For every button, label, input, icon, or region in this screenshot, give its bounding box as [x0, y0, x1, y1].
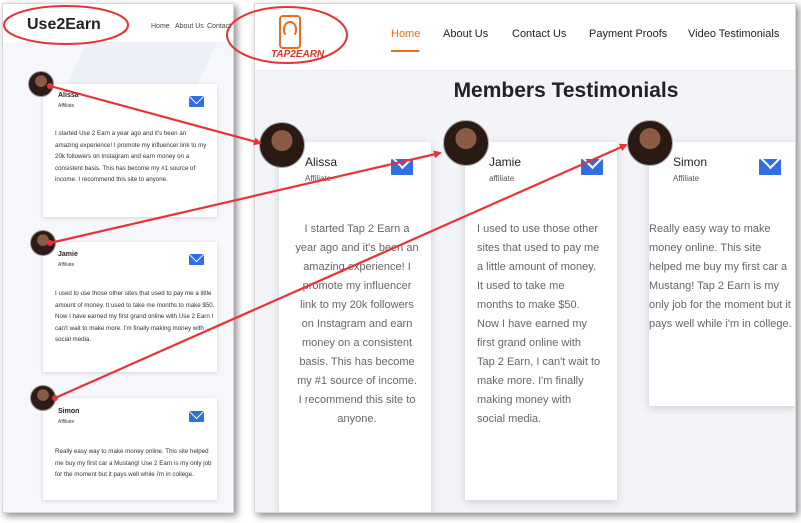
avatar-jamie: [30, 230, 56, 256]
testimonial-card-jamie: Jamie Affiliate I used to use those othe…: [43, 242, 217, 372]
nav-contact[interactable]: Contact: [207, 23, 231, 30]
testimonial-role: affiliate: [489, 174, 515, 183]
testimonial-role: Affiliate: [673, 174, 700, 183]
nav-about-us[interactable]: About Us: [443, 28, 488, 40]
testimonial-role: Affiliate: [58, 103, 75, 109]
testimonial-name: Simon: [58, 408, 80, 415]
fingerprint-icon: [283, 21, 297, 37]
avatar-jamie: [443, 120, 489, 166]
testimonial-role: Affiliate: [305, 174, 332, 183]
testimonial-role: Affiliate: [58, 262, 75, 268]
avatar-alissa: [28, 71, 54, 97]
mail-icon[interactable]: [189, 254, 204, 265]
tap2earn-logo[interactable]: TAP2EARN: [271, 15, 324, 65]
testimonial-text: I used to use those other sites that use…: [55, 290, 215, 343]
nav-home[interactable]: Home: [151, 23, 170, 30]
testimonial-card-alissa: Alissa Affiliate I started Use 2 Earn a …: [43, 84, 217, 217]
testimonial-name: Alissa: [58, 92, 79, 99]
testimonial-card-simon: Simon Affiliate Really easy way to make …: [43, 398, 217, 500]
use2earn-mobile-page: Use2Earn Home About Us Contact Alissa Af…: [2, 3, 234, 513]
testimonial-text: Really easy way to make money online. Th…: [55, 448, 212, 478]
testimonial-card-alissa: Alissa Affiliate I started Tap 2 Earn a …: [279, 142, 431, 512]
page-title: Members Testimonials: [453, 79, 679, 102]
testimonial-name: Simon: [673, 155, 708, 169]
mail-icon[interactable]: [581, 159, 603, 175]
testimonial-name: Alissa: [305, 155, 338, 169]
mail-icon[interactable]: [391, 159, 413, 175]
nav-video-testimonials[interactable]: Video Testimonials: [688, 28, 779, 40]
nav-payment-proofs[interactable]: Payment Proofs: [589, 28, 667, 40]
logo-text: TAP2EARN: [271, 49, 325, 60]
nav-about-us[interactable]: About Us: [175, 23, 204, 30]
avatar-alissa: [259, 122, 305, 168]
nav-home[interactable]: Home: [391, 28, 420, 40]
comparison-screenshot: Use2Earn Home About Us Contact Alissa Af…: [0, 0, 801, 523]
testimonial-name: Jamie: [58, 251, 78, 258]
testimonial-role: Affiliate: [58, 419, 75, 425]
avatar-simon: [627, 120, 673, 166]
nav-contact-us[interactable]: Contact Us: [512, 28, 566, 40]
testimonial-text: I started Tap 2 Earn a year ago and it's…: [295, 223, 419, 425]
testimonial-text: I used to use those other sites that use…: [477, 223, 601, 425]
testimonial-card-simon: Simon Affiliate Really easy way to make …: [649, 142, 795, 406]
testimonial-text: I started Use 2 Earn a year ago and it's…: [55, 130, 207, 183]
avatar-simon: [30, 385, 56, 411]
mail-icon[interactable]: [189, 96, 204, 107]
active-nav-indicator: [391, 50, 419, 52]
mail-icon[interactable]: [759, 159, 781, 175]
testimonial-text: Really easy way to make money online. Th…: [649, 223, 792, 330]
mail-icon[interactable]: [189, 411, 204, 422]
testimonial-name: Jamie: [489, 155, 522, 169]
testimonial-card-jamie: Jamie affiliate I used to use those othe…: [465, 142, 617, 500]
tap2earn-desktop-page: TAP2EARN Home About Us Contact Us Paymen…: [254, 3, 796, 513]
use2earn-logo[interactable]: Use2Earn: [27, 16, 101, 34]
